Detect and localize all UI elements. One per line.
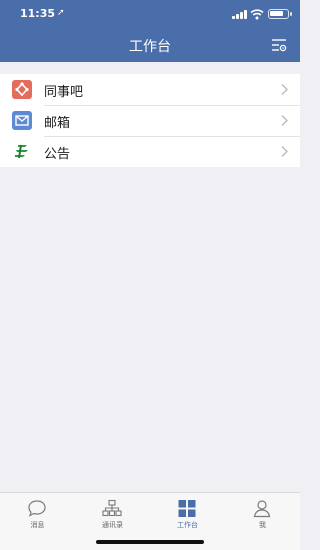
person-icon: [253, 500, 271, 518]
list-item-label: 公告: [44, 147, 71, 162]
list-item-label: 同事吧: [44, 85, 84, 100]
tab-messages[interactable]: 消息: [0, 497, 75, 533]
tab-label: 我: [259, 521, 266, 529]
tab-label: 通讯录: [102, 521, 123, 529]
wifi-icon: [250, 9, 264, 20]
list-item-announcement[interactable]: 公告: [0, 136, 300, 167]
status-bar: 11:35 ➚: [0, 0, 300, 28]
list-item-label: 邮箱: [44, 116, 71, 131]
status-time: 11:35: [20, 7, 56, 20]
home-indicator[interactable]: [96, 540, 204, 544]
tab-label: 工作台: [177, 521, 198, 529]
page-title: 工作台: [129, 39, 171, 55]
colleague-bar-icon: [12, 80, 32, 99]
list-settings-icon[interactable]: [271, 38, 287, 52]
chevron-right-icon: [281, 146, 288, 157]
tab-me[interactable]: 我: [225, 497, 300, 533]
mail-icon: [12, 111, 32, 130]
app-header: 11:35 ➚ 工作台: [0, 0, 300, 62]
announcement-icon: [12, 142, 32, 161]
location-arrow-icon: ➚: [57, 8, 65, 18]
tab-label: 消息: [30, 521, 45, 529]
chevron-right-icon: [281, 115, 288, 126]
tab-workbench[interactable]: 工作台: [150, 497, 225, 533]
tab-contacts[interactable]: 通讯录: [75, 497, 150, 533]
signal-icon: [232, 10, 248, 19]
chevron-right-icon: [281, 84, 288, 95]
app-list: 同事吧 邮箱 公告: [0, 74, 300, 167]
battery-icon: [268, 9, 292, 19]
org-chart-icon: [102, 499, 122, 517]
list-item-colleague-bar[interactable]: 同事吧: [0, 74, 300, 105]
list-item-mail[interactable]: 邮箱: [0, 105, 300, 136]
grid-icon: [178, 500, 196, 517]
chat-bubble-icon: [28, 500, 46, 517]
